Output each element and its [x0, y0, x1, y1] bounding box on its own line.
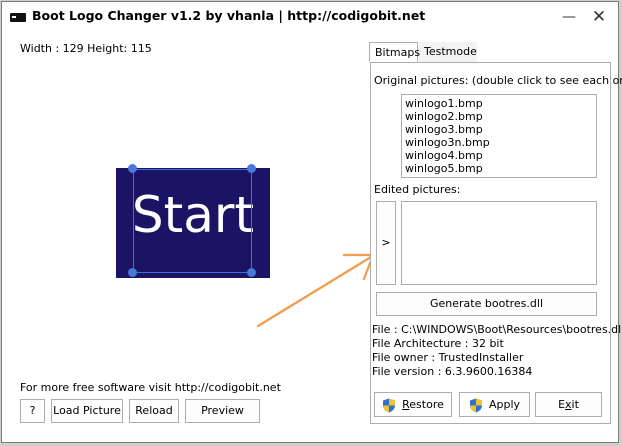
apply-button[interactable]: Apply — [459, 392, 530, 417]
exit-label: it — [571, 398, 579, 411]
move-to-edited-button[interactable]: > — [376, 201, 396, 285]
list-item[interactable]: winlogo1.bmp — [402, 97, 596, 110]
edited-pictures-label: Edited pictures: — [374, 183, 461, 196]
file-owner: File owner : TrustedInstaller — [372, 351, 524, 364]
help-button[interactable]: ? — [20, 399, 45, 423]
image-dimensions: Width : 129 Height: 115 — [20, 42, 152, 55]
preview-button[interactable]: Preview — [185, 399, 260, 423]
file-version: File version : 6.3.9600.16384 — [372, 365, 533, 378]
list-item[interactable]: winlogo5.bmp — [402, 162, 596, 175]
original-pictures-label: Original pictures: (double click to see … — [374, 74, 622, 87]
file-architecture: File Architecture : 32 bit — [372, 337, 504, 350]
list-item[interactable]: winlogo3.bmp — [402, 123, 596, 136]
orange-arrow-icon — [256, 253, 375, 328]
main-window: Boot Logo Changer v1.2 by vhanla | http:… — [1, 1, 622, 443]
original-pictures-list[interactable]: winlogo1.bmp winlogo2.bmp winlogo3.bmp w… — [401, 94, 597, 178]
resize-handle-top-right[interactable] — [247, 164, 256, 173]
tab-bitmaps[interactable]: Bitmaps — [369, 42, 420, 62]
file-path: File : C:\WINDOWS\Boot\Resources\bootres… — [372, 323, 622, 336]
close-button[interactable]: ✕ — [584, 6, 614, 28]
list-item[interactable]: winlogo4.bmp — [402, 149, 596, 162]
promo-text: For more free software visit http://codi… — [20, 381, 281, 394]
apply-label: Apply — [488, 398, 521, 411]
edited-pictures-list[interactable] — [401, 201, 597, 285]
reload-button[interactable]: Reload — [129, 399, 179, 423]
list-item[interactable]: winlogo2.bmp — [402, 110, 596, 123]
uac-shield-icon — [383, 398, 396, 412]
resize-handle-top-left[interactable] — [128, 164, 137, 173]
minimize-button[interactable]: — — [554, 6, 584, 28]
list-item[interactable]: winlogo3n.bmp — [402, 136, 596, 149]
title-bar[interactable]: Boot Logo Changer v1.2 by vhanla | http:… — [2, 2, 618, 32]
restore-label: estore — [409, 398, 444, 411]
exit-button[interactable]: Exit — [535, 392, 602, 417]
restore-button[interactable]: Restore — [374, 392, 452, 417]
resize-handle-bottom-left[interactable] — [128, 268, 137, 277]
selection-rectangle[interactable] — [133, 169, 252, 273]
window-title: Boot Logo Changer v1.2 by vhanla | http:… — [32, 8, 426, 23]
generate-bootres-button[interactable]: Generate bootres.dll — [376, 292, 597, 316]
load-picture-button[interactable]: Load Picture — [51, 399, 123, 423]
exit-pre: E — [558, 398, 566, 411]
tab-testmode[interactable]: Testmode — [419, 42, 477, 62]
uac-shield-icon — [469, 398, 482, 412]
app-icon — [10, 13, 26, 22]
